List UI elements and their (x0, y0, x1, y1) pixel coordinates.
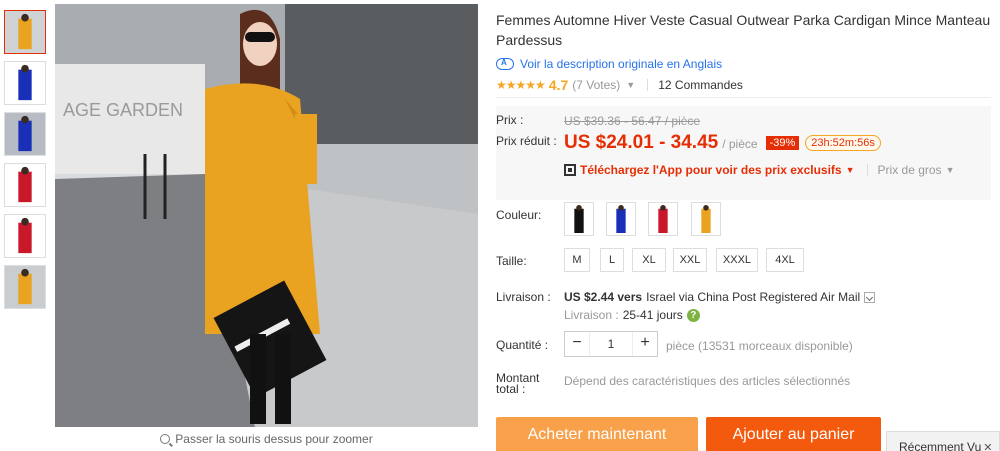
thumbnail-5[interactable] (4, 214, 46, 258)
quantity-decrease-button[interactable]: − (565, 332, 589, 356)
delivery-days: 25-41 jours (622, 308, 683, 322)
quantity-label: Quantité : (496, 338, 549, 352)
shipping-cost: US $2.44 vers (564, 290, 643, 304)
discount-badge: -39% (765, 136, 800, 150)
divider (866, 164, 868, 176)
thumbnail-4[interactable] (4, 163, 46, 207)
chevron-down-icon[interactable]: ▼ (946, 165, 955, 175)
qr-code-icon (564, 164, 576, 176)
reduced-price-label: Prix réduit : (496, 134, 557, 148)
zoom-hint: Passer la souris dessus pour zoomer (55, 432, 478, 446)
color-swatch-blue[interactable] (606, 202, 636, 236)
help-icon[interactable]: ? (686, 308, 700, 322)
price-label: Prix : (496, 113, 524, 127)
wholesale-price-link[interactable]: Prix de gros (878, 163, 942, 177)
color-swatch-black[interactable] (564, 202, 594, 236)
chevron-down-icon[interactable]: ▼ (846, 165, 855, 175)
color-swatch-yellow[interactable] (691, 202, 721, 236)
close-icon[interactable]: ✕ (983, 442, 992, 451)
total-value: Dépend des caractéristiques des articles… (564, 374, 851, 388)
thumbnail-list (4, 10, 46, 316)
app-promo-line: Téléchargez l'App pour voir des prix exc… (564, 163, 954, 177)
quantity-increase-button[interactable]: + (633, 332, 657, 356)
original-price: US $39.36 - 56.47 / pièce (564, 114, 701, 128)
color-swatch-red[interactable] (648, 202, 678, 236)
thumbnail-1[interactable] (4, 10, 46, 54)
details-body: Prix : US $39.36 - 56.47 / pièce Prix ré… (496, 10, 996, 451)
thumbnail-2[interactable] (4, 61, 46, 105)
recently-viewed-tab[interactable]: Récemment Vu ✕ (886, 431, 1000, 451)
thumbnail-6[interactable] (4, 265, 46, 309)
main-product-image[interactable]: AGE GARDEN (55, 4, 478, 427)
quantity-input[interactable]: 1 (589, 332, 633, 356)
add-to-cart-button[interactable]: Ajouter au panier (706, 417, 881, 451)
delivery-time: Livraison : 25-41 jours ? (564, 308, 700, 322)
size-label: Taille: (496, 254, 527, 268)
size-option-l[interactable]: L (600, 248, 624, 272)
shipping-destination: Israel via China Post Registered Air Mai… (646, 290, 861, 304)
size-option-4xl[interactable]: 4XL (766, 248, 804, 272)
storefront-sign: AGE GARDEN (63, 100, 183, 120)
size-option-xl[interactable]: XL (632, 248, 666, 272)
magnifier-icon (160, 434, 171, 444)
reduced-price: US $24.01 - 34.45/ pièce -39% 23h:52m:56s (564, 132, 881, 154)
thumbnail-3[interactable] (4, 112, 46, 156)
product-details: Femmes Automne Hiver Veste Casual Outwea… (496, 10, 996, 395)
countdown-timer: 23h:52m:56s (805, 135, 881, 151)
size-option-m[interactable]: M (564, 248, 590, 272)
size-option-xxxl[interactable]: XXXL (716, 248, 758, 272)
color-label: Couleur: (496, 208, 542, 222)
total-label: Montant total : (496, 371, 540, 396)
quantity-available: pièce (13531 morceaux disponible) (666, 339, 853, 353)
shipping-method[interactable]: US $2.44 vers Israel via China Post Regi… (564, 290, 876, 304)
shipping-label: Livraison : (496, 290, 551, 304)
quantity-stepper: − 1 + (564, 331, 658, 357)
chevron-down-icon[interactable] (864, 291, 876, 303)
buy-now-button[interactable]: Acheter maintenant (496, 417, 698, 451)
size-option-xxl[interactable]: XXL (673, 248, 707, 272)
app-promo-link[interactable]: Téléchargez l'App pour voir des prix exc… (580, 163, 842, 177)
